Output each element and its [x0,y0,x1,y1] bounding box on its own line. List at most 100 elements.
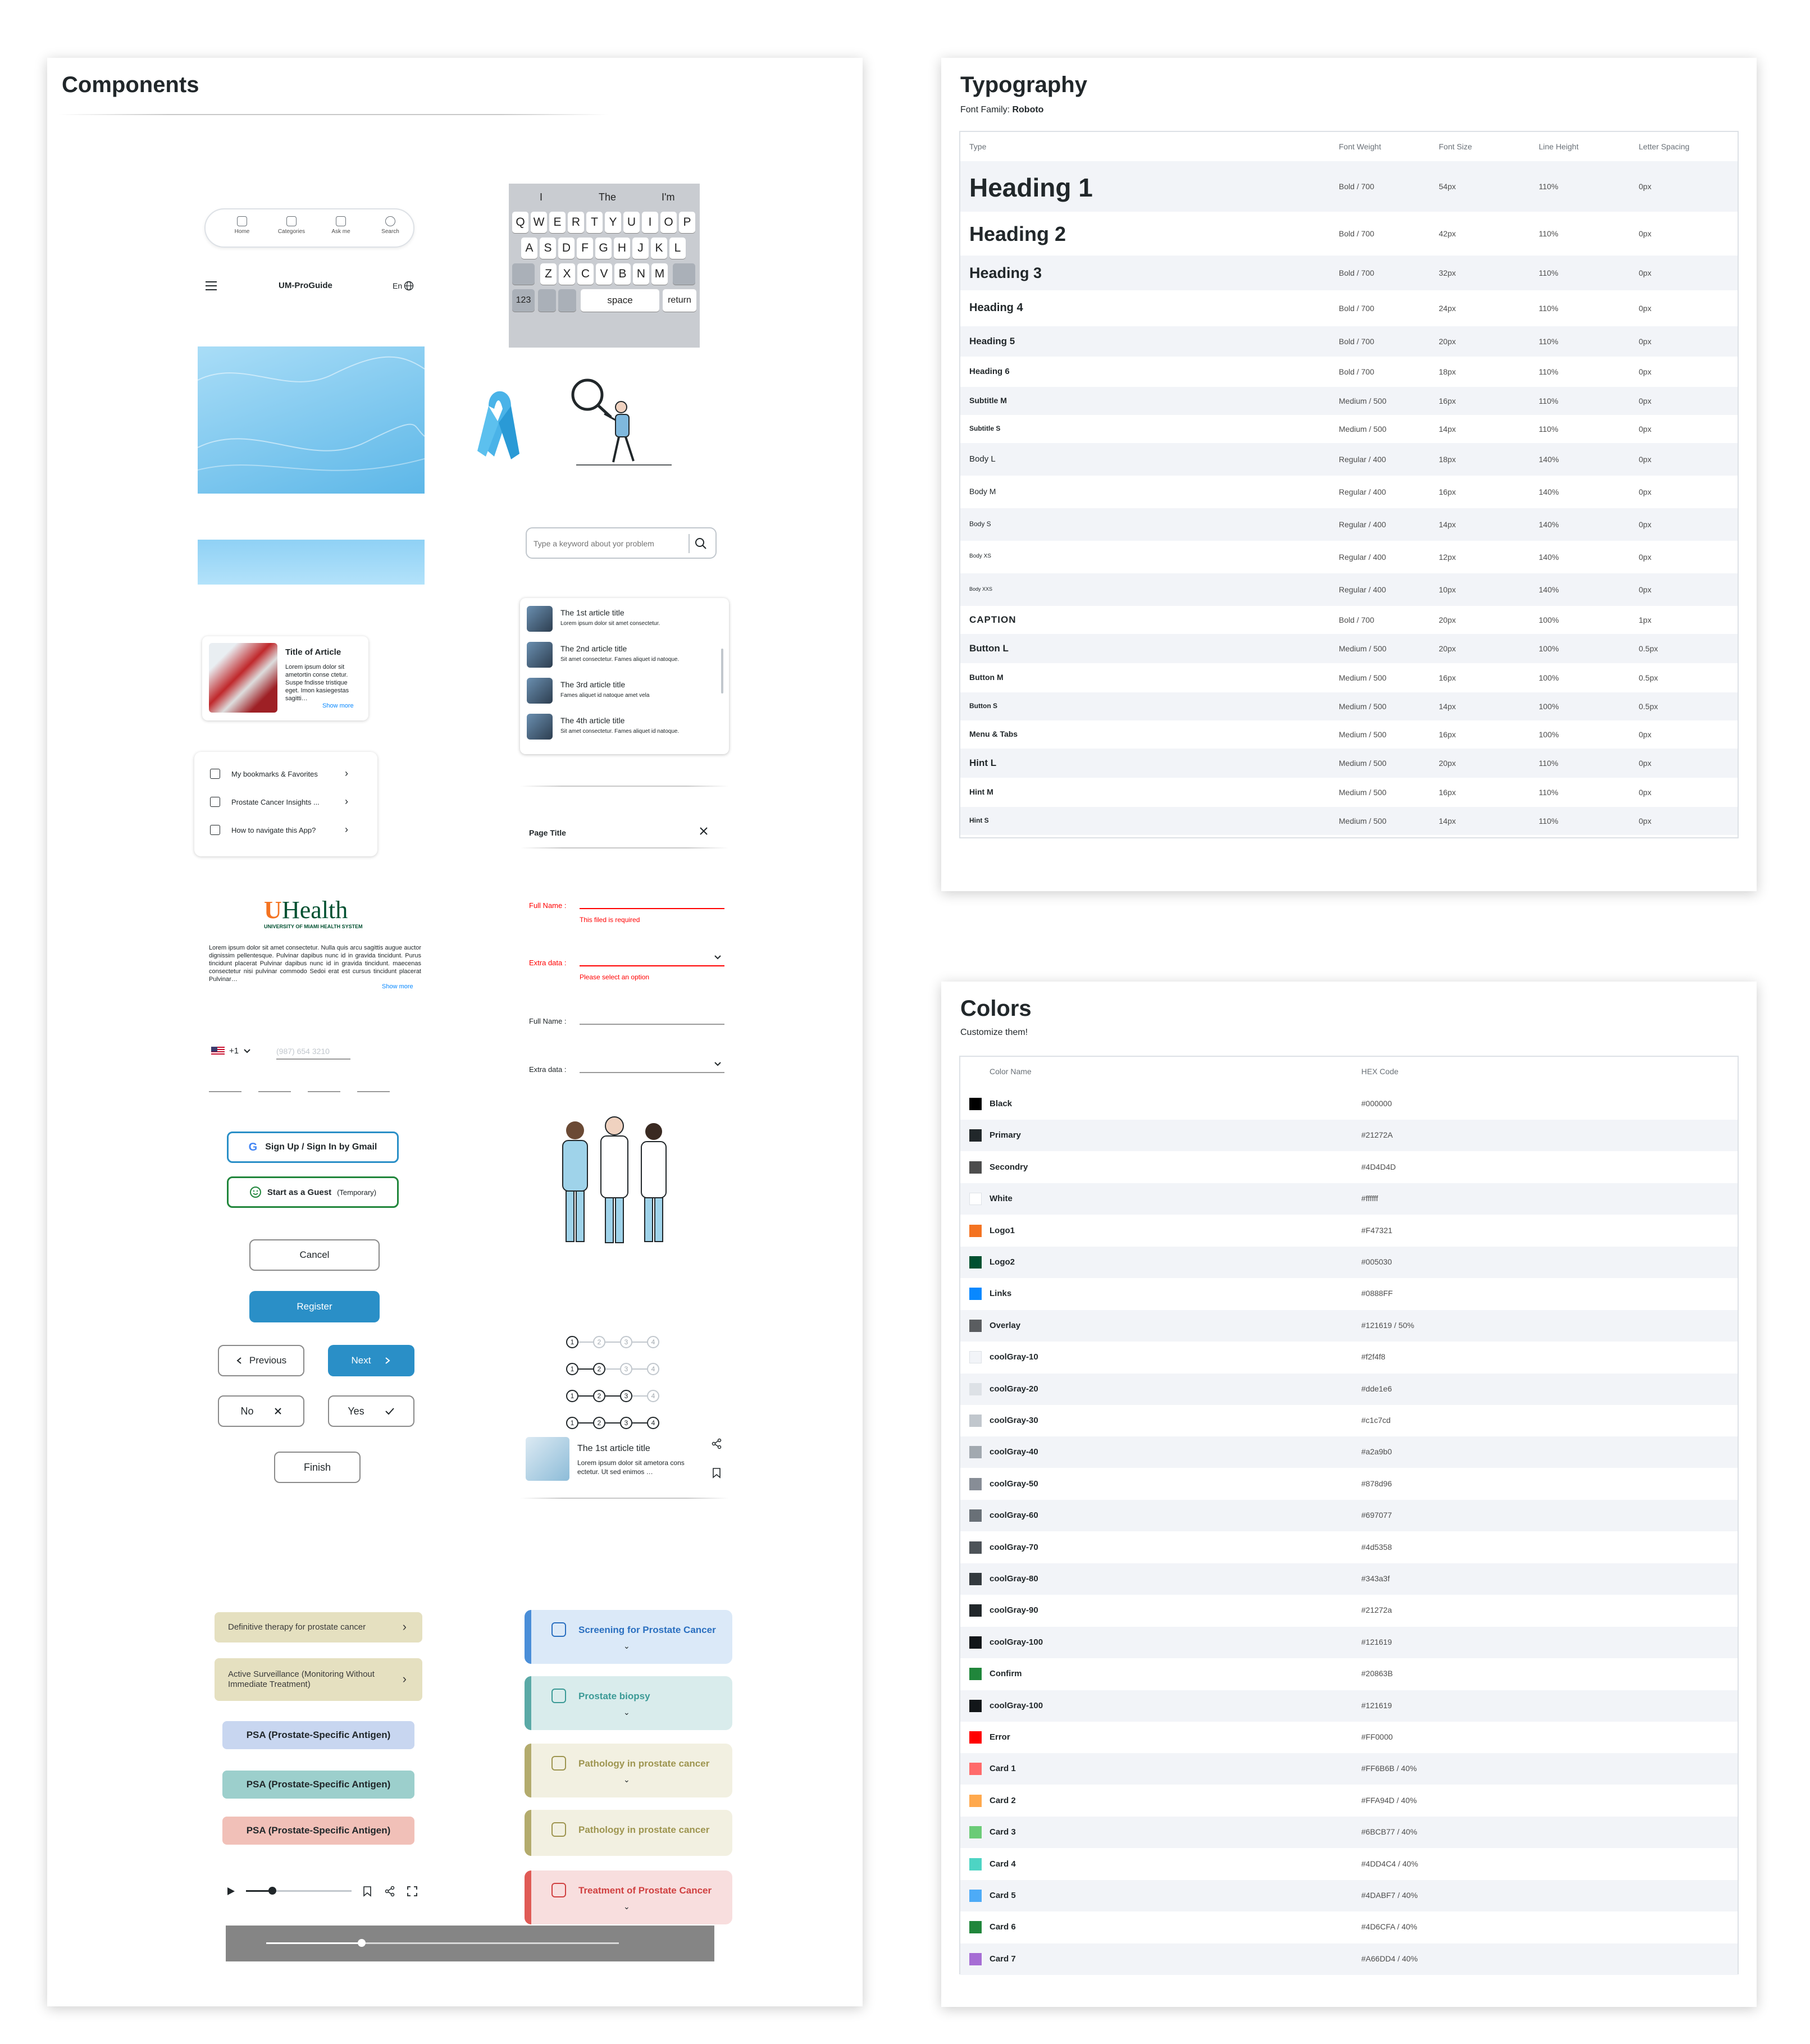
step-1[interactable]: 1 [566,1336,578,1348]
guest-button[interactable]: Start as a Guest (Temporary) [227,1176,399,1208]
key-w[interactable]: W [531,212,547,233]
key-z[interactable]: Z [540,263,557,285]
step-1[interactable]: 1 [566,1363,578,1375]
next-button[interactable]: Next [328,1345,414,1376]
key-n[interactable]: N [633,263,649,285]
key-m[interactable]: M [651,263,668,285]
video-slider-handle[interactable] [357,1939,366,1947]
yes-button[interactable]: Yes [328,1395,414,1427]
nav-item-search[interactable]: Search [371,215,410,243]
step-3[interactable]: 3 [620,1417,632,1429]
share-icon[interactable] [384,1886,395,1897]
keyboard-suggestion[interactable]: I [540,191,542,203]
phone-input[interactable]: (987) 654 3210 [276,1044,350,1060]
key-i[interactable]: I [642,212,658,233]
no-button[interactable]: No [218,1395,304,1427]
search-icon[interactable] [694,537,708,550]
return-key[interactable]: return [663,289,696,312]
key-v[interactable]: V [596,263,612,285]
key-o[interactable]: O [660,212,677,233]
keyboard-suggestion[interactable]: The [599,191,616,203]
full-name-field[interactable] [580,908,724,909]
step-3[interactable]: 3 [620,1363,632,1375]
topic-chip[interactable]: Definitive therapy for prostate cancer › [215,1612,422,1642]
menu-icon[interactable] [206,281,217,290]
list-item[interactable]: The 1st article title Lorem ipsum dolor s… [520,606,717,640]
key-e[interactable]: E [549,212,566,233]
article-card[interactable]: Title of Article Lorem ipsum dolor sit a… [202,636,368,720]
language-switch[interactable]: En [393,281,414,291]
play-icon[interactable] [226,1886,236,1896]
step-4[interactable]: 4 [647,1363,659,1375]
otp-digit-1[interactable] [209,1091,241,1092]
key-j[interactable]: J [632,238,649,259]
key-k[interactable]: K [651,238,667,259]
register-button[interactable]: Register [249,1291,380,1322]
keyboard-suggestion[interactable]: I'm [662,191,674,203]
bookmark-icon[interactable] [712,1467,721,1479]
microphone-key[interactable] [558,289,576,312]
finish-button[interactable]: Finish [274,1452,361,1483]
psa-chip[interactable]: PSA (Prostate-Specific Antigen) [222,1721,414,1749]
nav-item-categories[interactable]: Categories [272,215,311,243]
step-2[interactable]: 2 [593,1390,605,1402]
share-article-card[interactable]: The 1st article title Lorem ipsum dolor … [520,1431,729,1493]
key-d[interactable]: D [558,238,575,259]
key-x[interactable]: X [559,263,575,285]
accordion-pathology-in-prostate-cancer[interactable]: Pathology in prostate cancer ⌄ [525,1744,732,1797]
list-item[interactable]: The 3rd article title Fames aliquet id na… [520,678,717,711]
numbers-key[interactable]: 123 [512,289,535,312]
nav-item-home[interactable]: Home [222,215,262,243]
key-h[interactable]: H [614,238,630,259]
gmail-signin-button[interactable]: G Sign Up / Sign In by Gmail [227,1132,399,1163]
step-2[interactable]: 2 [593,1417,605,1429]
scrollbar[interactable] [721,649,723,694]
step-3[interactable]: 3 [620,1390,632,1402]
previous-button[interactable]: Previous [218,1345,304,1376]
full-name-field-2[interactable] [580,1024,724,1025]
accordion-pathology-in-prostate-cancer[interactable]: Pathology in prostate cancer [525,1810,732,1856]
step-1[interactable]: 1 [566,1417,578,1429]
step-2[interactable]: 2 [593,1363,605,1375]
step-4[interactable]: 4 [647,1417,659,1429]
space-key[interactable]: space [581,289,659,312]
key-t[interactable]: T [586,212,603,233]
media-progress-handle[interactable] [268,1887,276,1895]
chevron-down-icon[interactable] [713,953,722,962]
topic-chip[interactable]: Active Surveillance (Monitoring Without … [215,1658,422,1701]
search-bar[interactable] [526,527,717,559]
step-4[interactable]: 4 [647,1336,659,1348]
bookmark-icon[interactable] [363,1886,372,1897]
media-progress-track[interactable] [246,1887,352,1895]
key-g[interactable]: G [595,238,612,259]
show-more-link[interactable]: Show more [322,702,354,709]
menu-item[interactable]: How to navigate this App? › [210,823,362,840]
accordion-treatment-of-prostate-cancer[interactable]: Treatment of Prostate Cancer ⌄ [525,1870,732,1924]
accordion-prostate-biopsy[interactable]: Prostate biopsy ⌄ [525,1676,732,1730]
key-f[interactable]: F [577,238,593,259]
otp-digit-2[interactable] [258,1091,291,1092]
menu-item[interactable]: Prostate Cancer Insights ... › [210,795,362,811]
country-code-select[interactable]: +1 [211,1046,251,1056]
list-item[interactable]: The 2nd article title Sit amet consectetu… [520,642,717,676]
backspace-key[interactable] [673,263,695,285]
key-u[interactable]: U [623,212,640,233]
about-show-more[interactable]: Show more [382,983,413,990]
chevron-down-icon[interactable] [713,1060,722,1069]
nav-item-ask-me[interactable]: Ask me [321,215,361,243]
shift-key[interactable] [512,263,535,285]
video-slider-track[interactable] [266,1939,619,1947]
key-c[interactable]: C [577,263,594,285]
extra-data-select[interactable] [580,965,724,966]
otp-digit-4[interactable] [357,1091,390,1092]
menu-item[interactable]: My bookmarks & Favorites › [210,766,362,783]
key-r[interactable]: R [568,212,584,233]
close-icon[interactable] [699,826,709,836]
key-l[interactable]: L [669,238,686,259]
step-2[interactable]: 2 [593,1336,605,1348]
step-1[interactable]: 1 [566,1390,578,1402]
emoji-key[interactable] [538,289,556,312]
step-3[interactable]: 3 [620,1336,632,1348]
psa-chip[interactable]: PSA (Prostate-Specific Antigen) [222,1771,414,1799]
key-p[interactable]: P [679,212,695,233]
